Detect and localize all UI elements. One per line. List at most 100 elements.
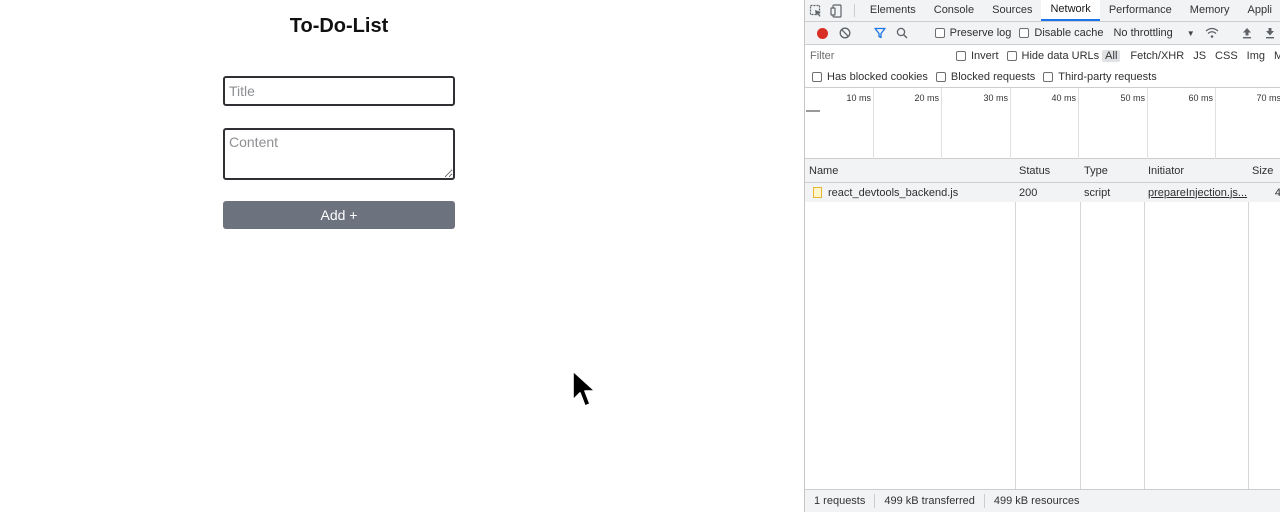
title-input[interactable] [223, 76, 455, 106]
devtools-tabbar: Elements Console Sources Network Perform… [805, 0, 1280, 22]
column-header-name[interactable]: Name [805, 159, 1015, 182]
filter-type-css[interactable]: CSS [1212, 50, 1241, 62]
filter-type-media[interactable]: M [1271, 50, 1280, 62]
chevron-down-icon: ▼ [1186, 28, 1195, 38]
tabbar-divider [854, 4, 855, 17]
tab-memory[interactable]: Memory [1181, 0, 1239, 21]
upload-icon [1243, 28, 1252, 39]
request-size-cell: 4 [1248, 183, 1280, 202]
invert-checkbox[interactable]: Invert [956, 50, 999, 62]
timeline-gridline [1078, 88, 1079, 159]
tab-network[interactable]: Network [1041, 0, 1100, 21]
third-party-requests-checkbox[interactable]: Third-party requests [1043, 71, 1157, 83]
network-conditions-button[interactable] [1201, 22, 1223, 44]
tab-console[interactable]: Console [925, 0, 983, 21]
clear-button[interactable] [833, 22, 855, 44]
column-header-size[interactable]: Size [1248, 159, 1280, 182]
column-header-type[interactable]: Type [1080, 159, 1144, 182]
preserve-log-label: Preserve log [949, 27, 1012, 39]
screen: To-Do-List Add + Elements Console Source… [0, 0, 1280, 512]
script-file-icon [813, 187, 822, 198]
search-button[interactable] [891, 22, 913, 44]
throttling-select[interactable]: No throttling ▼ [1113, 27, 1194, 39]
checkbox-box[interactable] [1043, 72, 1054, 82]
timeline-gridline [873, 88, 874, 159]
third-party-requests-label: Third-party requests [1058, 71, 1157, 83]
blocked-requests-label: Blocked requests [950, 71, 1036, 83]
column-header-status[interactable]: Status [1015, 159, 1080, 182]
hide-data-urls-label: Hide data URLs [1021, 50, 1100, 62]
filter-toggle-button[interactable] [869, 22, 891, 44]
request-status-cell: 200 [1019, 186, 1038, 199]
timeline-label: 50 ms [1120, 93, 1145, 103]
network-filterbar-secondary: Has blocked cookies Blocked requests Thi… [805, 67, 1280, 88]
network-toolbar: Preserve log Disable cache No throttling… [805, 22, 1280, 45]
disable-cache-checkbox[interactable]: Disable cache [1019, 27, 1103, 39]
timeline-gridline [941, 88, 942, 159]
checkbox-box[interactable] [934, 28, 945, 38]
checkbox-box[interactable] [935, 72, 946, 82]
transferred-size: 499 kB transferred [884, 495, 975, 507]
network-filterbar: Invert Hide data URLs All Fetch/XHR JS C… [805, 45, 1280, 67]
throttling-label: No throttling [1113, 27, 1173, 39]
timeline-label: 60 ms [1188, 93, 1213, 103]
request-name: react_devtools_backend.js [828, 186, 959, 199]
blocked-requests-checkbox[interactable]: Blocked requests [935, 71, 1036, 83]
timeline-label: 70 ms [1256, 93, 1280, 103]
has-blocked-cookies-checkbox[interactable]: Has blocked cookies [812, 71, 928, 83]
request-name-cell[interactable]: react_devtools_backend.js [809, 183, 1015, 202]
timeline-label: 10 ms [846, 93, 871, 103]
timeline-label: 30 ms [983, 93, 1008, 103]
devtools-panel: Elements Console Sources Network Perform… [804, 0, 1280, 512]
content-textarea[interactable] [223, 128, 455, 180]
timeline-label: 40 ms [1051, 93, 1076, 103]
request-type-cell: script [1084, 186, 1111, 199]
clear-icon [839, 27, 851, 39]
device-toolbar-icon[interactable] [827, 0, 849, 21]
column-divider [1248, 159, 1249, 489]
network-status-bar: 1 requests 499 kB transferred 499 kB res… [805, 489, 1280, 512]
has-blocked-cookies-label: Has blocked cookies [827, 71, 928, 83]
timeline-gridline [1010, 88, 1011, 159]
mouse-cursor-icon [572, 370, 596, 407]
import-har-button[interactable] [1236, 22, 1258, 44]
filter-type-all[interactable]: All [1102, 50, 1121, 62]
hide-data-urls-checkbox[interactable]: Hide data URLs [1006, 50, 1100, 62]
table-row[interactable]: react_devtools_backend.js 200 script pre… [805, 183, 1280, 202]
filter-type-fetch-xhr[interactable]: Fetch/XHR [1127, 50, 1187, 62]
checkbox-box[interactable] [812, 72, 822, 82]
timeline-gridline [1147, 88, 1148, 159]
table-header: Name Status Type Initiator Size [805, 159, 1280, 183]
resources-size: 499 kB resources [993, 495, 1080, 507]
column-divider [1015, 159, 1016, 489]
filter-icon [874, 27, 886, 39]
tab-application[interactable]: Appli [1239, 0, 1280, 21]
request-initiator-cell[interactable]: prepareInjection.js... [1144, 183, 1248, 202]
add-button[interactable]: Add + [223, 201, 455, 229]
filter-input[interactable] [810, 48, 950, 64]
download-icon [1265, 28, 1274, 39]
page-title: To-Do-List [289, 15, 389, 37]
invert-label: Invert [971, 50, 999, 62]
inspect-element-icon[interactable] [805, 0, 827, 21]
checkbox-box[interactable] [956, 51, 966, 61]
preserve-log-checkbox[interactable]: Preserve log [934, 27, 1012, 39]
network-overview-timeline[interactable]: 10 ms 20 ms 30 ms 40 ms 50 ms 60 ms 70 m… [805, 88, 1280, 159]
record-icon [816, 27, 828, 39]
column-header-initiator[interactable]: Initiator [1144, 159, 1248, 182]
export-har-button[interactable] [1259, 22, 1280, 44]
checkbox-box[interactable] [1006, 51, 1017, 61]
todo-app: To-Do-List Add + [0, 0, 804, 512]
tab-elements[interactable]: Elements [861, 0, 925, 21]
request-count: 1 requests [814, 495, 866, 507]
filter-type-js[interactable]: JS [1190, 50, 1209, 62]
filter-type-img[interactable]: Img [1244, 50, 1268, 62]
initiator-link[interactable]: prepareInjection.js... [1148, 187, 1247, 199]
timeline-label: 20 ms [914, 93, 939, 103]
network-requests-table: Name Status Type Initiator Size react_de… [805, 159, 1280, 489]
tab-sources[interactable]: Sources [983, 0, 1041, 21]
timeline-request-mark [806, 110, 820, 112]
checkbox-box[interactable] [1019, 28, 1030, 38]
record-button[interactable] [811, 22, 833, 44]
tab-performance[interactable]: Performance [1100, 0, 1181, 21]
